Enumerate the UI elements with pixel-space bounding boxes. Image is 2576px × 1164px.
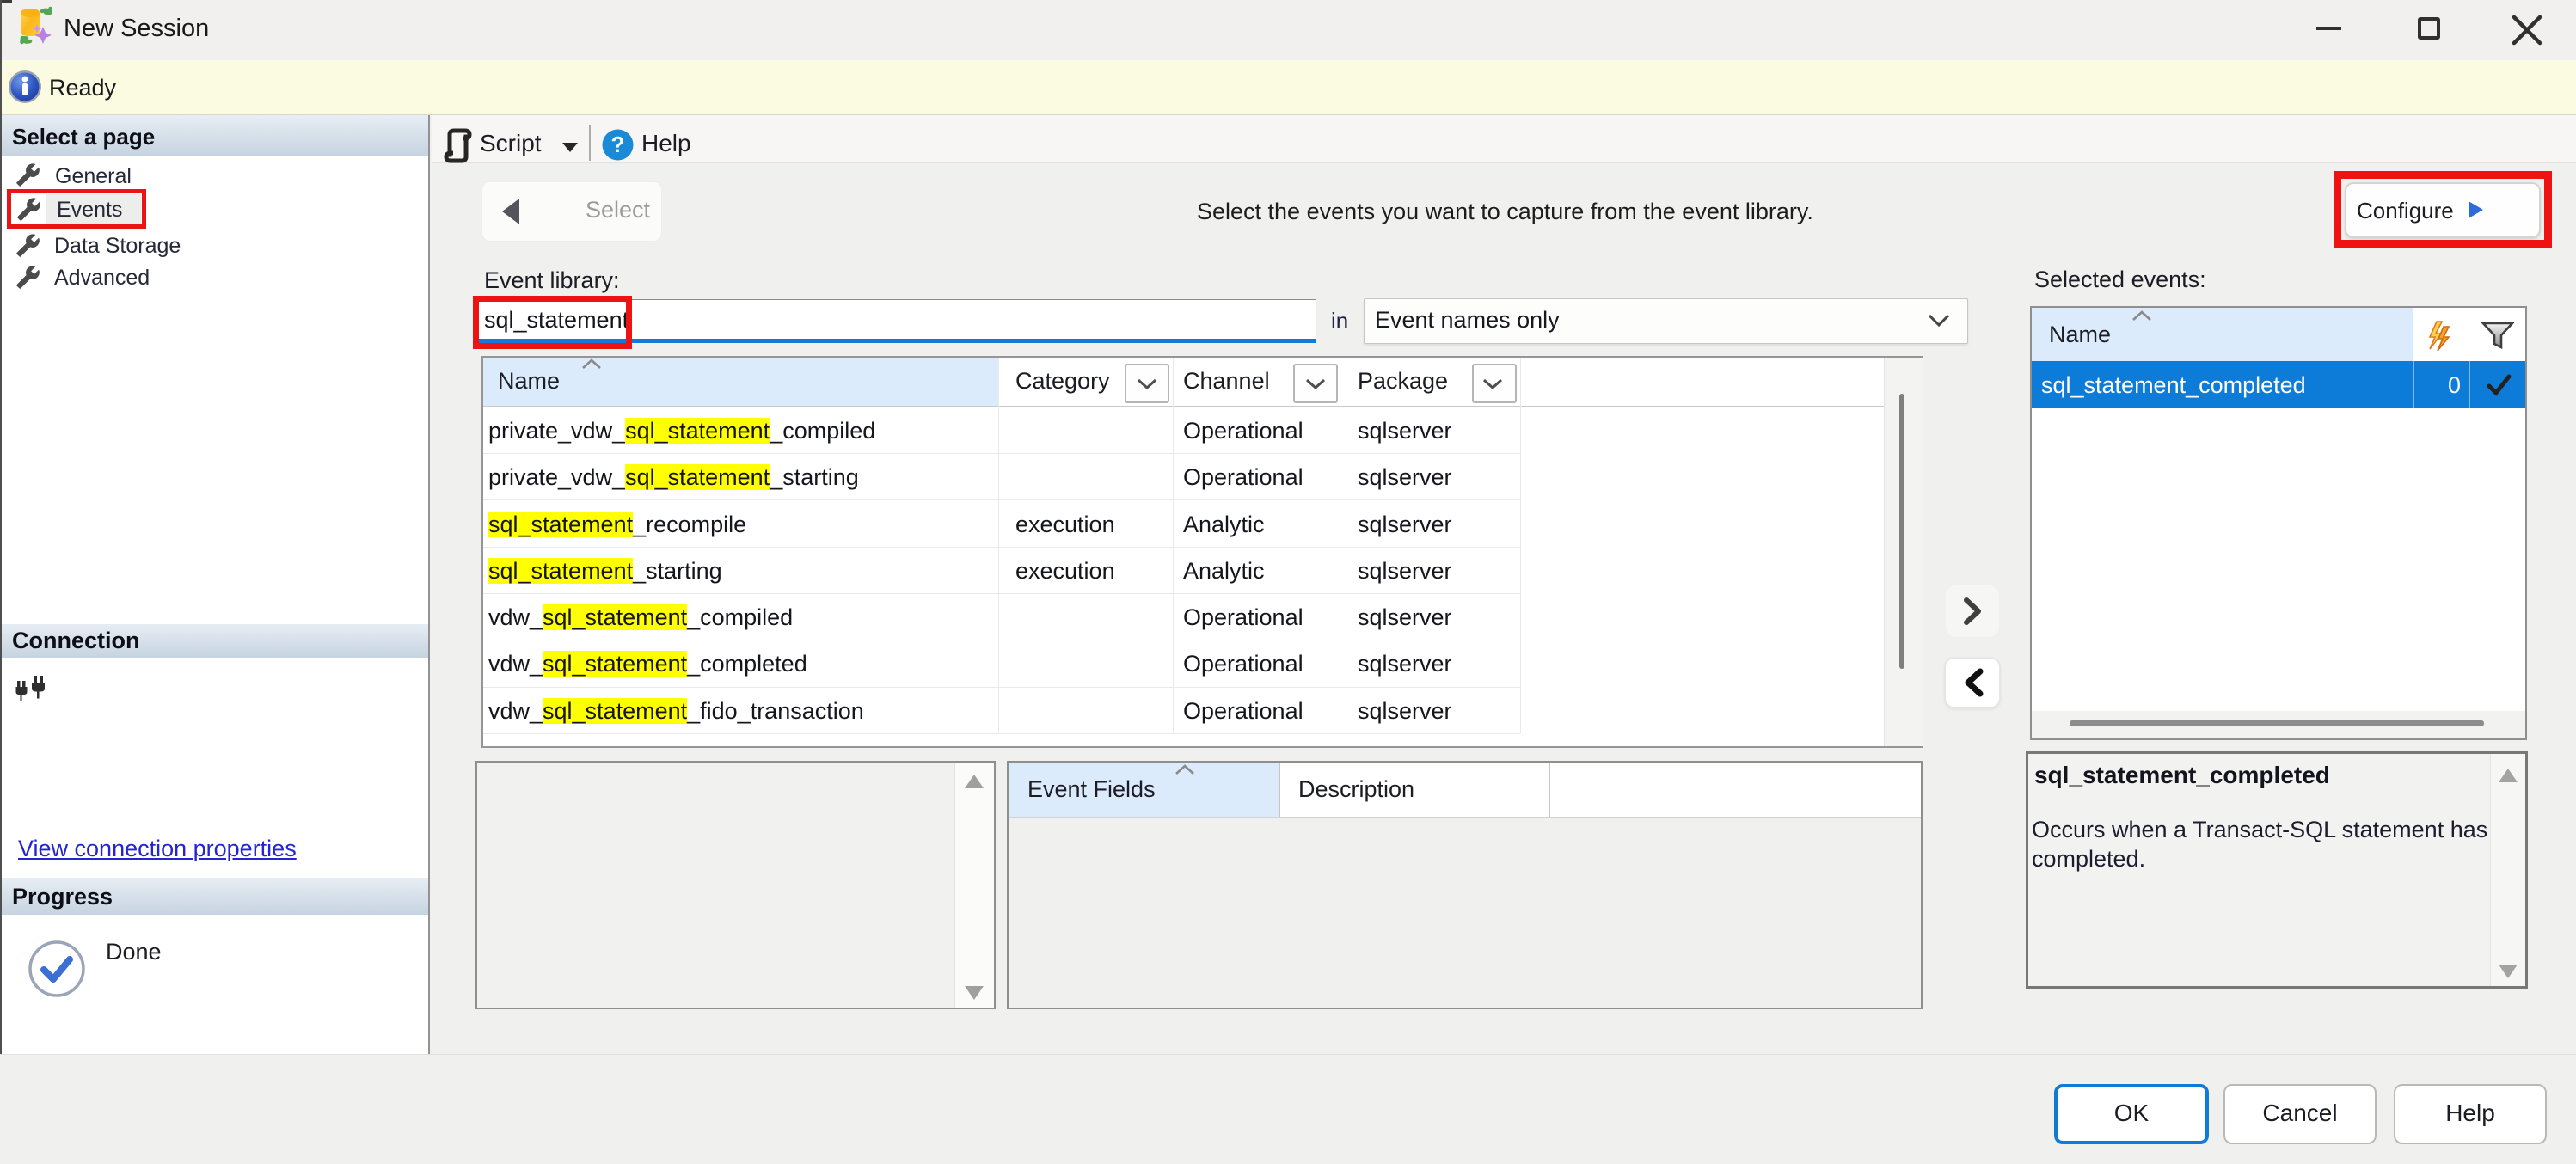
- svg-text:?: ?: [611, 132, 625, 157]
